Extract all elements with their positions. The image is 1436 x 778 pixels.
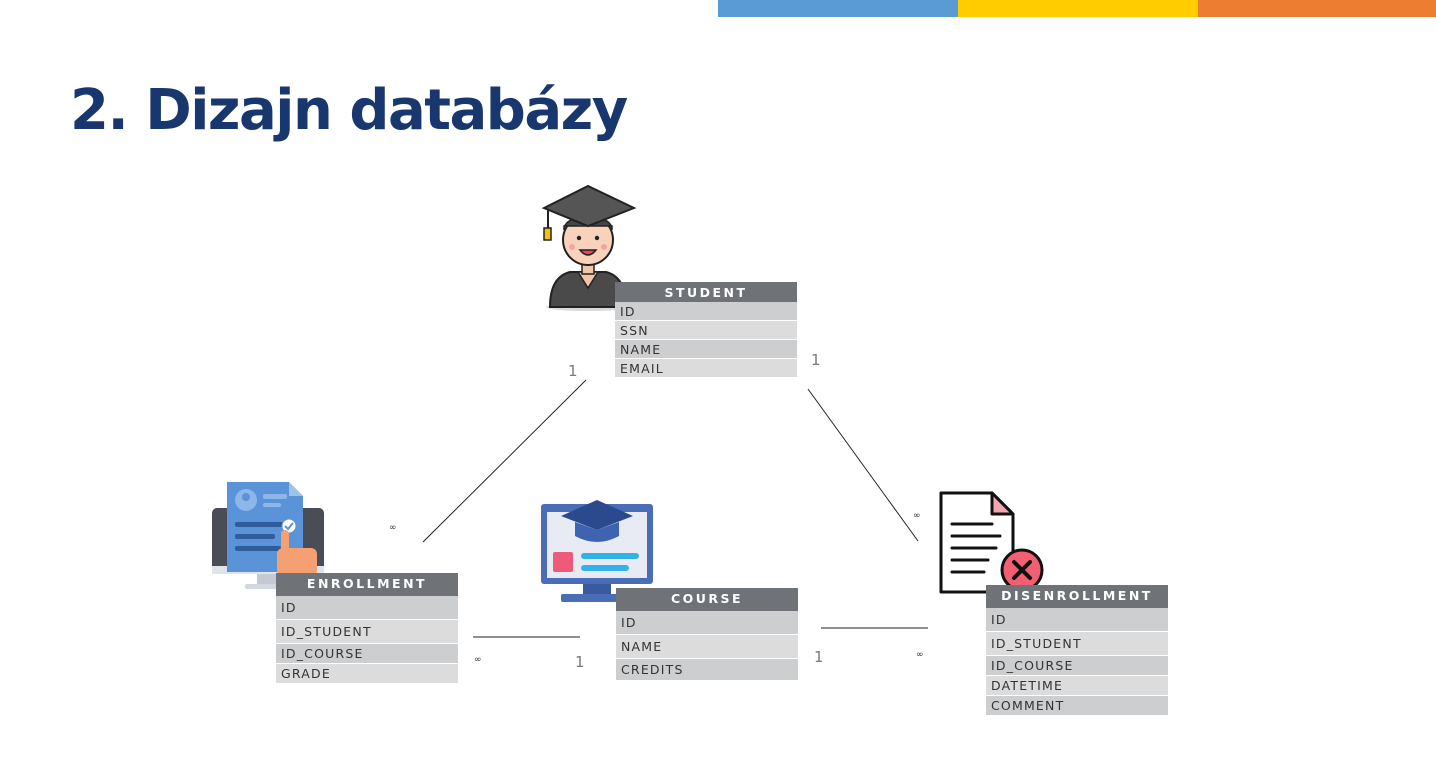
course-field-name: NAME <box>616 635 798 659</box>
student-field-ssn: SSN <box>615 321 797 340</box>
cardinality-student-disenrollment-many: ∞ <box>913 511 921 521</box>
student-field-id: ID <box>615 302 797 321</box>
disenrollment-field-id-course: ID_COURSE <box>986 656 1168 676</box>
disenrollment-table-header: DISENROLLMENT <box>986 585 1168 608</box>
relation-line-student-disenrollment <box>807 388 919 542</box>
student-table: STUDENT ID SSN NAME EMAIL <box>615 282 797 378</box>
course-table-header: COURSE <box>616 588 798 611</box>
disenrollment-field-id-student: ID_STUDENT <box>986 632 1168 656</box>
student-field-email: EMAIL <box>615 359 797 378</box>
course-field-credits: CREDITS <box>616 659 798 681</box>
cardinality-student-enrollment-many: ∞ <box>389 523 397 533</box>
cardinality-student-enrollment-one: 1 <box>568 362 578 380</box>
disenrollment-field-comment: COMMENT <box>986 696 1168 716</box>
cardinality-course-disenrollment-one: 1 <box>814 648 824 666</box>
enrollment-table-header: ENROLLMENT <box>276 573 458 596</box>
enrollment-field-id-course: ID_COURSE <box>276 644 458 664</box>
disenrollment-table: DISENROLLMENT ID ID_STUDENT ID_COURSE DA… <box>986 585 1168 716</box>
cardinality-course-enrollment-many: ∞ <box>474 655 482 665</box>
enrollment-field-id-student: ID_STUDENT <box>276 620 458 644</box>
student-table-header: STUDENT <box>615 282 797 302</box>
disenrollment-field-datetime: DATETIME <box>986 676 1168 696</box>
enrollment-table: ENROLLMENT ID ID_STUDENT ID_COURSE GRADE <box>276 573 458 684</box>
cardinality-course-enrollment-one: 1 <box>575 653 585 671</box>
disenrollment-field-id: ID <box>986 608 1168 632</box>
student-field-name: NAME <box>615 340 797 359</box>
enrollment-field-grade: GRADE <box>276 664 458 684</box>
course-table: COURSE ID NAME CREDITS <box>616 588 798 681</box>
enrollment-field-id: ID <box>276 596 458 620</box>
cardinality-course-disenrollment-many: ∞ <box>916 650 924 660</box>
document-cancel-icon <box>939 491 1044 594</box>
course-field-id: ID <box>616 611 798 635</box>
cardinality-student-disenrollment-one: 1 <box>811 351 821 369</box>
